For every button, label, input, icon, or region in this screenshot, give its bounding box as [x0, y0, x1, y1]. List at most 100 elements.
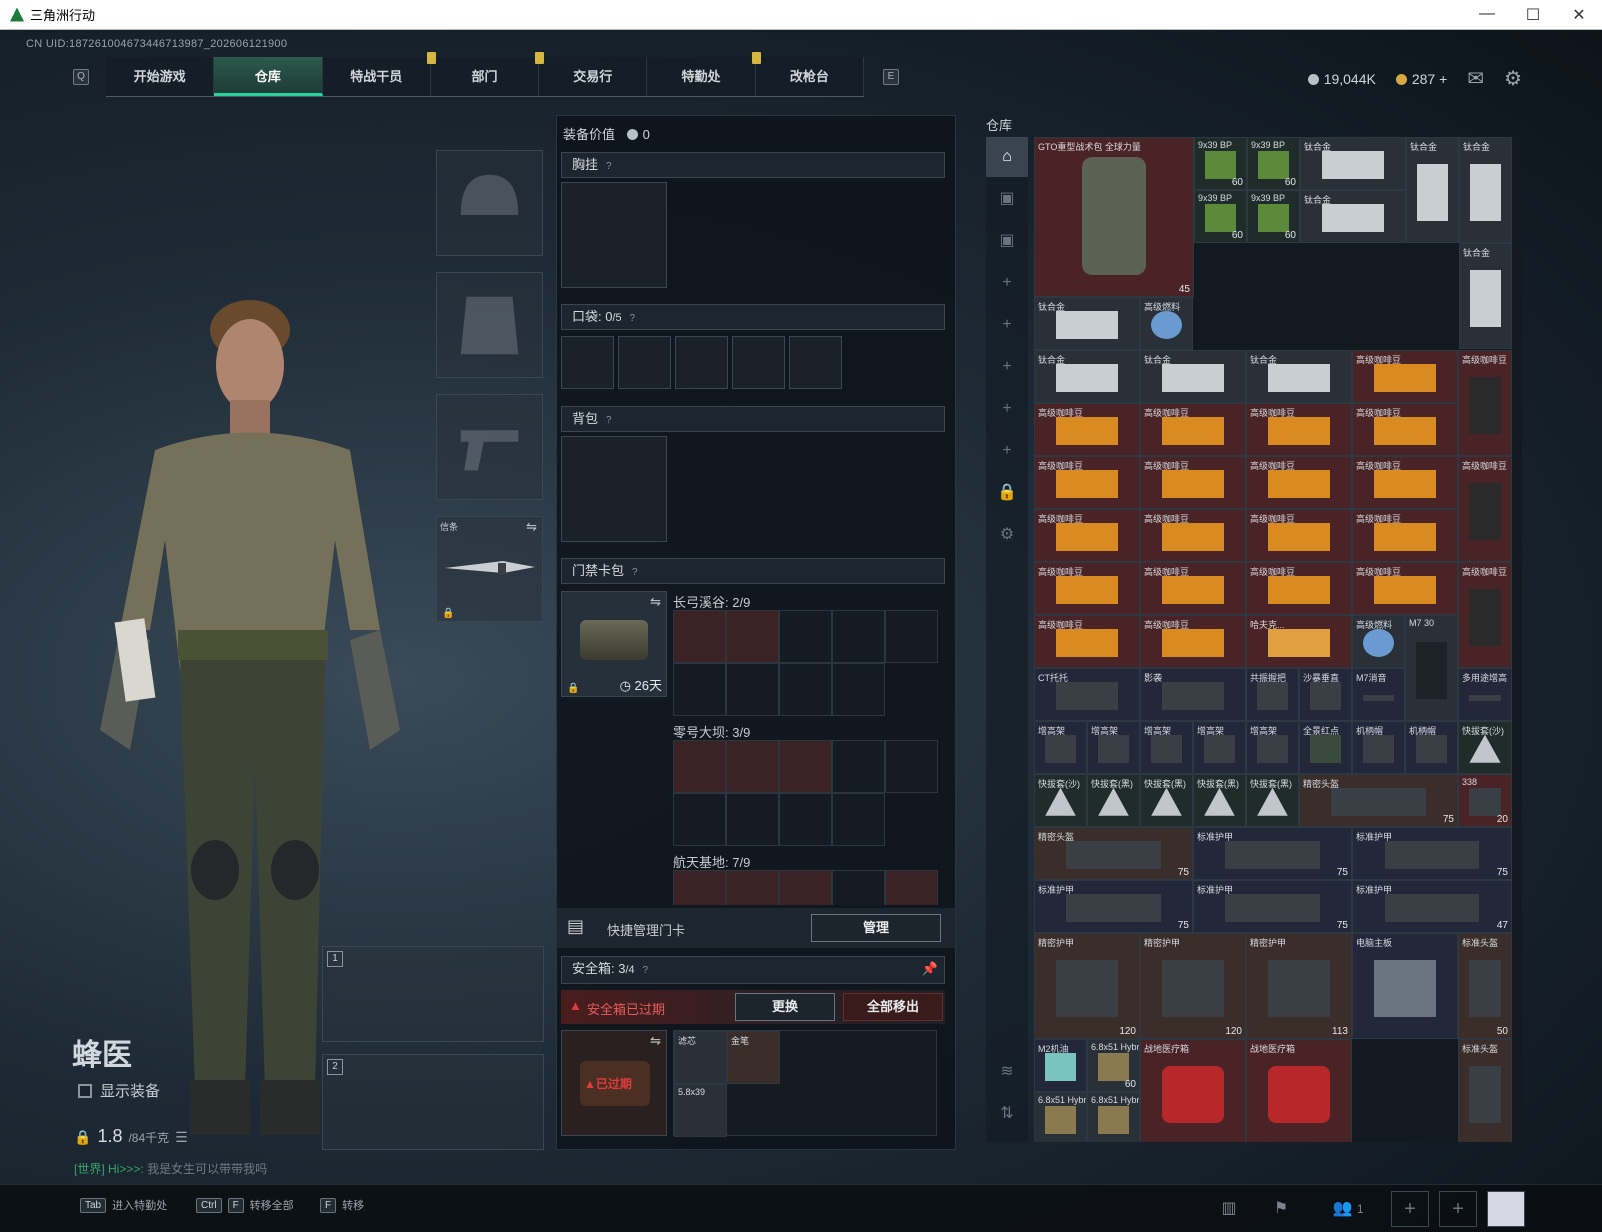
show-equipment-toggle[interactable]: 显示装备	[78, 1080, 160, 1101]
ammo-item[interactable]: 6.8x51 Hybrid	[1034, 1092, 1087, 1142]
help-icon[interactable]: ?	[606, 155, 612, 179]
flag-icon[interactable]: ⚑	[1266, 1195, 1296, 1223]
add-tab-icon[interactable]: +	[986, 389, 1028, 429]
warehouse-tab-1-icon[interactable]: ▣	[986, 179, 1028, 219]
quick-mount-item[interactable]: 快拔套(黑)	[1246, 774, 1299, 827]
coffee-item[interactable]: 高级咖啡豆	[1140, 562, 1246, 615]
pocket-slot[interactable]	[618, 336, 671, 389]
coffee-item[interactable]: 高级咖啡豆	[1140, 456, 1246, 509]
safebox-item[interactable]: 滤芯	[674, 1031, 727, 1084]
coffee-item[interactable]: 高级咖啡豆	[1140, 509, 1246, 562]
helmet-item[interactable]: 标准头盔 50	[1458, 933, 1512, 1039]
add-tab-icon[interactable]: +	[986, 263, 1028, 303]
magazine-item[interactable]: M7 30	[1405, 615, 1458, 721]
keycard-item[interactable]	[673, 740, 726, 793]
motherboard-item[interactable]: 电脑主板	[1352, 933, 1458, 1039]
keycard-item[interactable]	[726, 740, 779, 793]
coffee-item[interactable]: 高级咖啡豆	[1034, 509, 1140, 562]
swap-icon[interactable]: ⇋	[650, 1033, 661, 1049]
tab-operators[interactable]: 特战干员	[323, 52, 436, 96]
helmet-slot[interactable]	[436, 150, 543, 256]
weapon-part-item[interactable]: 影袭	[1140, 668, 1246, 721]
chest-rig-slot[interactable]	[561, 182, 667, 288]
ammo-item[interactable]: 6.8x51 Hybrid	[1087, 1092, 1140, 1142]
lock-icon[interactable]: 🔒	[986, 473, 1028, 513]
invite-slot-button[interactable]: +	[1439, 1191, 1477, 1227]
replace-button[interactable]: 更换	[735, 993, 835, 1021]
quick-mount-item[interactable]: 快拔套(沙)	[1458, 721, 1512, 774]
riser-item[interactable]: 增高架	[1034, 721, 1087, 774]
coffee-item[interactable]: 高级咖啡豆	[1034, 456, 1140, 509]
warehouse-home-icon[interactable]: ⌂	[986, 137, 1028, 177]
helmet-item[interactable]: 精密头盔 75	[1034, 827, 1193, 880]
pocket-slot[interactable]	[561, 336, 614, 389]
help-icon[interactable]: ?	[632, 561, 638, 585]
keycard-slot[interactable]	[832, 870, 885, 905]
stats-icon[interactable]: ▥	[1214, 1195, 1244, 1223]
helmet-item[interactable]: 精密头盔 75	[1299, 774, 1458, 827]
keycard-slot[interactable]	[673, 663, 726, 716]
riser-item[interactable]: 增高架	[1087, 721, 1140, 774]
titanium-item[interactable]: 钛合金	[1300, 190, 1406, 243]
pin-icon[interactable]: 📌	[922, 957, 938, 981]
ammo-item[interactable]: 6.8x51 Hybrid 60	[1087, 1039, 1140, 1092]
safebox-slot[interactable]: ▲已过期 ⇋	[561, 1030, 667, 1136]
keycard-slot[interactable]	[832, 740, 885, 793]
coffee-item[interactable]: 高级咖啡豆	[1458, 456, 1512, 562]
titanium-item[interactable]: 钛合金	[1246, 350, 1352, 403]
titanium-item[interactable]: 钛合金	[1459, 243, 1512, 349]
riser-item[interactable]: 增高架	[1246, 721, 1299, 774]
riser-item[interactable]: 增高架	[1193, 721, 1246, 774]
primary-weapon-slot-1[interactable]: 1	[322, 946, 544, 1042]
medkit-item[interactable]: 战地医疗箱	[1140, 1039, 1246, 1142]
quick-mount-item[interactable]: 快拔套(黑)	[1087, 774, 1140, 827]
armor-item[interactable]: 精密护甲 120	[1140, 933, 1246, 1039]
gold-currency[interactable]: 287 +	[1395, 71, 1447, 87]
helmet-item[interactable]: 标准头盔	[1458, 1039, 1512, 1142]
titanium-item[interactable]: 钛合金	[1459, 137, 1512, 243]
ammo-item[interactable]: 9x39 BP 60	[1194, 190, 1247, 243]
minimize-button[interactable]: —	[1464, 5, 1510, 25]
keycard-slot[interactable]	[832, 610, 885, 663]
help-icon[interactable]: ?	[630, 307, 636, 331]
coffee-item[interactable]: 高级咖啡豆	[1246, 562, 1352, 615]
titanium-item[interactable]: 钛合金	[1140, 350, 1246, 403]
invite-slot-button[interactable]: +	[1391, 1191, 1429, 1227]
keycard-case-slot[interactable]: ⇋ 🔒 ◷ 26天	[561, 591, 667, 697]
backpack-item[interactable]: GTO重型战术包 全球力量 45	[1034, 137, 1194, 297]
settings-gear-icon[interactable]: ⚙	[1504, 66, 1522, 91]
coffee-item[interactable]: 高级咖啡豆	[1246, 403, 1352, 456]
coffee-item[interactable]: 高级咖啡豆	[1140, 615, 1246, 668]
help-icon[interactable]: ?	[643, 959, 649, 983]
keycard-slot[interactable]	[779, 663, 832, 716]
muzzle-item[interactable]: 机柄帽	[1405, 721, 1458, 774]
mail-icon[interactable]: ✉	[1467, 66, 1484, 91]
add-tab-icon[interactable]: +	[986, 431, 1028, 471]
avatar[interactable]	[1487, 1191, 1525, 1227]
pocket-slot[interactable]	[732, 336, 785, 389]
settings-gear-icon[interactable]: ⚙	[986, 515, 1028, 555]
list-icon[interactable]: ☰	[175, 1129, 188, 1146]
sort-icon[interactable]: ⇅	[986, 1094, 1028, 1134]
friends-icon[interactable]: 👥 1	[1326, 1195, 1370, 1223]
keycard-item[interactable]	[726, 870, 779, 905]
armor-item[interactable]: 标准护甲 75	[1034, 880, 1193, 933]
keycard-item[interactable]	[779, 740, 832, 793]
armor-item[interactable]: 标准护甲 47	[1352, 880, 1512, 933]
grip-item[interactable]: 共振握把	[1246, 668, 1299, 721]
buy-gold-button[interactable]: +	[1439, 71, 1447, 87]
titanium-item[interactable]: 钛合金	[1034, 350, 1140, 403]
swap-icon[interactable]: ⇋	[650, 594, 661, 610]
keycard-slot[interactable]	[885, 740, 938, 793]
armor-item[interactable]: 精密护甲 113	[1246, 933, 1352, 1039]
ammo-item[interactable]: 9x39 BP 60	[1194, 137, 1247, 190]
medkit-item[interactable]: 战地医疗箱	[1246, 1039, 1352, 1142]
keycard-slot[interactable]	[726, 793, 779, 846]
armor-slot[interactable]	[436, 272, 543, 378]
melee-slot[interactable]: 信条 ⇋ 🔒	[436, 516, 543, 622]
armor-item[interactable]: 标准护甲 75	[1193, 827, 1352, 880]
titanium-item[interactable]: 钛合金	[1034, 297, 1140, 350]
quick-mount-item[interactable]: 快拔套(黑)	[1193, 774, 1246, 827]
add-tab-icon[interactable]: +	[986, 305, 1028, 345]
quick-mount-item[interactable]: 快拔套(黑)	[1140, 774, 1193, 827]
